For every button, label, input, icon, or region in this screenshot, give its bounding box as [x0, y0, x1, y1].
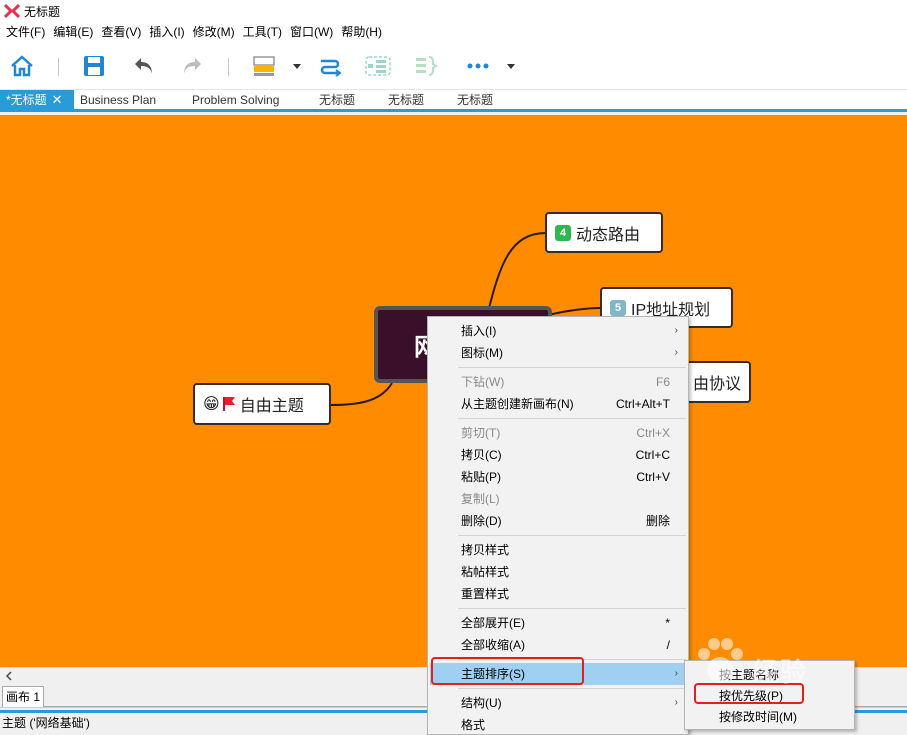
menu-view[interactable]: 查看(V) [97, 22, 145, 42]
menu-separator [458, 608, 686, 609]
home-icon[interactable] [8, 52, 36, 80]
red-flag-icon [222, 396, 236, 412]
sheet-tab[interactable]: 画布 1 [2, 686, 44, 707]
menu-window[interactable]: 窗口(W) [286, 22, 337, 42]
window-title: 无标题 [24, 4, 61, 19]
menu-separator [458, 688, 686, 689]
save-icon[interactable] [80, 52, 108, 80]
grin-emoji-icon: 😁 [203, 396, 220, 413]
topic-label: 动态路由 [576, 226, 641, 244]
menu-item-duplicate: 复制(L) [461, 492, 500, 506]
menu-edit[interactable]: 编辑(E) [49, 22, 97, 42]
menu-item-icon[interactable]: 图标(M) › [430, 342, 686, 364]
more-icon[interactable] [464, 52, 492, 80]
menu-help[interactable]: 帮助(H) [337, 22, 386, 42]
toolbar-separator [228, 58, 229, 76]
menu-bar: 文件(F) 编辑(E) 查看(V) 插入(I) 修改(M) 工具(T) 窗口(W… [0, 22, 907, 42]
menu-file[interactable]: 文件(F) [2, 22, 49, 42]
boundary-icon[interactable] [364, 52, 392, 80]
highlight-outline-priority [694, 683, 804, 704]
menu-item-copy-style[interactable]: 拷贝样式 [430, 539, 686, 561]
chevron-down-icon[interactable] [506, 61, 516, 71]
menu-item-cut: 剪切(T) Ctrl+X [461, 426, 670, 440]
chevron-right-icon: › [674, 697, 678, 708]
chevron-left-icon[interactable] [2, 668, 16, 684]
tab-bar: *无标题 ✕ Business Plan Problem Solving 无标题… [0, 90, 907, 112]
summary-icon[interactable] [412, 52, 440, 80]
menu-item-collapse-all[interactable]: 全部收缩(A) / [430, 634, 686, 656]
topic-dynamic-routing[interactable]: 4 动态路由 [545, 212, 663, 253]
topic-free[interactable]: 😁 自由主题 [193, 383, 331, 425]
menu-item-sort-by-modified[interactable]: 按修改时间(M) [687, 706, 852, 728]
undo-icon[interactable] [130, 52, 158, 80]
tab-untitled-active[interactable]: *无标题 ✕ [0, 90, 74, 110]
menu-item-paste[interactable]: 粘贴(P) Ctrl+V [430, 466, 686, 488]
menu-item-insert[interactable]: 插入(I) › [430, 320, 686, 342]
menu-item-new-sheet-from-topic[interactable]: 从主题创建新画布(N) Ctrl+Alt+T [430, 393, 686, 415]
menu-item-copy[interactable]: 拷贝(C) Ctrl+C [430, 444, 686, 466]
menu-item-drill-down: 下钻(W) F6 [461, 375, 670, 389]
close-icon[interactable]: ✕ [52, 90, 63, 110]
menu-modify[interactable]: 修改(M) [189, 22, 239, 42]
menu-separator [458, 418, 686, 419]
chevron-down-icon[interactable] [292, 61, 302, 71]
menu-item-delete[interactable]: 删除(D) 删除 [430, 510, 686, 532]
menu-insert[interactable]: 插入(I) [145, 22, 188, 42]
tab-untitled-2[interactable]: 无标题 [313, 90, 361, 110]
menu-item-format[interactable]: 格式 [430, 714, 686, 735]
menu-tools[interactable]: 工具(T) [239, 22, 286, 42]
menu-separator [458, 535, 686, 536]
redo-icon[interactable] [178, 52, 206, 80]
toolbar [0, 42, 907, 90]
highlight-outline-sort [431, 657, 584, 685]
menu-item-expand-all[interactable]: 全部展开(E) * [430, 612, 686, 634]
toolbar-separator [58, 58, 59, 76]
chevron-right-icon: › [674, 325, 678, 336]
menu-item-structure[interactable]: 结构(U) › [430, 692, 686, 714]
title-bar: 无标题 [0, 0, 907, 22]
tab-label: *无标题 [6, 93, 47, 107]
menu-item-paste-style[interactable]: 粘帖样式 [430, 561, 686, 583]
tab-untitled-4[interactable]: 无标题 [451, 90, 499, 110]
tab-untitled-3[interactable]: 无标题 [382, 90, 430, 110]
menu-item-reset-style[interactable]: 重置样式 [430, 583, 686, 605]
tab-problem-solving[interactable]: Problem Solving [186, 90, 285, 110]
priority-5-icon: 5 [610, 299, 626, 316]
chevron-right-icon: › [674, 347, 678, 358]
chevron-right-icon: › [674, 668, 678, 679]
menu-separator [458, 367, 686, 368]
topic-label: 由协议 [692, 376, 741, 393]
relationship-icon[interactable] [316, 52, 344, 80]
topic-style-icon[interactable] [250, 52, 278, 80]
topic-label: 自由主题 [239, 398, 304, 415]
xmind-logo-icon [4, 3, 20, 19]
tab-business-plan[interactable]: Business Plan [74, 90, 162, 110]
priority-4-icon: 4 [555, 224, 571, 241]
